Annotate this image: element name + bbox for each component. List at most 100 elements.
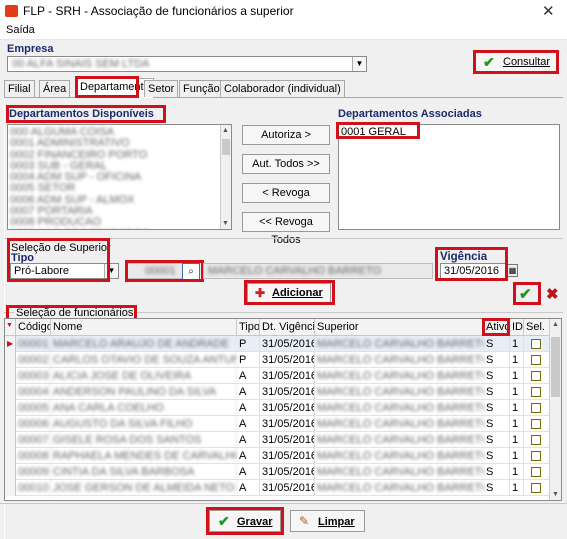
- select-checkbox[interactable]: [531, 483, 541, 493]
- checkmark-icon: ✔: [483, 54, 495, 70]
- row-indicator: [5, 464, 16, 480]
- tab-filial[interactable]: Filial: [4, 80, 35, 97]
- scrollbar[interactable]: ▲ ▼: [220, 125, 231, 229]
- binoculars-icon[interactable]: ⌕: [182, 263, 200, 280]
- scroll-up-icon[interactable]: ▲: [222, 127, 229, 134]
- table-row[interactable]: 00010 JOSE GERSON DE ALMEIDA NETO A 31/05/2…: [5, 480, 551, 496]
- select-checkbox[interactable]: [531, 387, 541, 397]
- disponiveis-list[interactable]: 000 ALGUMA COISA 0001 ADMINISTRATIVO 0002 …: [7, 124, 232, 230]
- associadas-label: Departamentos Associadas: [338, 108, 482, 120]
- table-row[interactable]: 00004 ANDERSON PAULINO DA SILVA A 31/05/201…: [5, 384, 551, 400]
- cell-nome: MARCELO ARAUJO DE ANDRADE: [51, 336, 237, 352]
- table-row[interactable]: 00009 CINTIA DA SILVA BARBOSA A 31/05/2016 M…: [5, 464, 551, 480]
- cell-vigencia: 31/05/2016: [262, 464, 315, 480]
- col-ativo[interactable]: Ativo: [484, 319, 510, 336]
- cell-superior: MARCELO CARVALHO BARRETO: [317, 416, 484, 432]
- scroll-down-icon[interactable]: ▼: [552, 491, 559, 498]
- scroll-down-icon[interactable]: ▼: [222, 220, 229, 227]
- list-item[interactable]: 0001 GERAL: [341, 126, 406, 138]
- row-indicator: [5, 368, 16, 384]
- scroll-thumb[interactable]: [551, 337, 560, 397]
- select-checkbox[interactable]: [531, 339, 541, 349]
- cell-superior: MARCELO CARVALHO BARRETO: [317, 352, 484, 368]
- col-sel[interactable]: Sel.: [524, 319, 551, 336]
- close-icon[interactable]: ✕: [542, 2, 555, 20]
- col-codigo[interactable]: Código: [16, 319, 51, 336]
- tab-funcao[interactable]: Função: [179, 80, 224, 97]
- table-row[interactable]: 00002 CARLOS OTAVIO DE SOUZA ANTUNES P 31/0…: [5, 352, 551, 368]
- gravar-button[interactable]: ✔ Gravar: [209, 510, 281, 532]
- row-indicator: [5, 384, 16, 400]
- scroll-thumb[interactable]: [222, 139, 230, 155]
- limpar-button[interactable]: ✎ Limpar: [290, 510, 365, 532]
- grid-scrollbar[interactable]: ▲ ▼: [549, 319, 561, 500]
- cell-vigencia: 31/05/2016: [262, 352, 315, 368]
- tipo-select[interactable]: Pró-Labore ▼: [10, 263, 119, 279]
- cell-id: 1: [510, 368, 524, 384]
- vigencia-input[interactable]: 31/05/2016: [440, 263, 506, 279]
- table-row[interactable]: ▶ 00001 MARCELO ARAUJO DE ANDRADE P 31/05/20…: [5, 336, 551, 352]
- funcionarios-grid[interactable]: ▼ Código Nome Tipo Dt. Vigência Superior…: [4, 318, 562, 501]
- cell-ativo: S: [484, 464, 510, 480]
- calendar-icon[interactable]: ▦: [507, 264, 518, 277]
- tab-departamento[interactable]: Departamento: [76, 78, 154, 98]
- table-row[interactable]: 00007 GISELE ROSA DOS SANTOS A 31/05/2016 MA…: [5, 432, 551, 448]
- select-checkbox[interactable]: [531, 371, 541, 381]
- cell-ativo: S: [484, 448, 510, 464]
- cell-superior: MARCELO CARVALHO BARRETO: [317, 384, 484, 400]
- superior-name-field: MARCELO CARVALHO BARRETO: [203, 263, 433, 279]
- table-row[interactable]: 00006 AUGUSTO DA SILVA FILHO A 31/05/2016 MA…: [5, 416, 551, 432]
- select-checkbox[interactable]: [531, 419, 541, 429]
- col-id[interactable]: ID: [510, 319, 524, 336]
- col-superior[interactable]: Superior: [315, 319, 484, 336]
- row-indicator: [5, 400, 16, 416]
- row-indicator: [5, 352, 16, 368]
- revoga-todos-button[interactable]: << Revoga Todos: [242, 212, 330, 246]
- cell-vigencia: 31/05/2016: [262, 480, 315, 496]
- cell-nome: GISELE ROSA DOS SANTOS: [51, 432, 237, 448]
- table-row[interactable]: 00005 ANA CARLA COELHO A 31/05/2016 MARCELO …: [5, 400, 551, 416]
- tab-colaborador[interactable]: Colaborador (individual): [220, 80, 345, 97]
- cell-tipo: A: [237, 432, 260, 448]
- select-checkbox[interactable]: [531, 435, 541, 445]
- select-checkbox[interactable]: [531, 467, 541, 477]
- limpar-label: Limpar: [318, 516, 355, 528]
- row-indicator: ▶: [5, 336, 16, 352]
- app-icon: [5, 5, 18, 17]
- list-item[interactable]: 0001 ADMINISTRATIVO: [8, 138, 231, 149]
- aut-todos-button[interactable]: Aut. Todos >>: [242, 154, 330, 174]
- col-nome[interactable]: Nome: [51, 319, 237, 336]
- cell-tipo: A: [237, 416, 260, 432]
- cell-superior: MARCELO CARVALHO BARRETO: [317, 400, 484, 416]
- cell-ativo: S: [484, 480, 510, 496]
- confirm-check-icon[interactable]: ✔: [519, 285, 532, 303]
- revoga-button[interactable]: < Revoga: [242, 183, 330, 203]
- cell-nome: CINTIA DA SILVA BARBOSA: [51, 464, 237, 480]
- chevron-down-icon[interactable]: ▼: [352, 57, 366, 71]
- select-checkbox[interactable]: [531, 403, 541, 413]
- cell-id: 1: [510, 448, 524, 464]
- scroll-up-icon[interactable]: ▲: [552, 321, 559, 328]
- add-icon: ✚: [255, 286, 266, 300]
- select-checkbox[interactable]: [531, 451, 541, 461]
- cell-nome: ANDERSON PAULINO DA SILVA: [51, 384, 237, 400]
- cell-tipo: A: [237, 400, 260, 416]
- table-row[interactable]: 00003 ALICIA JOSE DE OLIVEIRA A 31/05/2016 M…: [5, 368, 551, 384]
- tab-setor[interactable]: Setor: [144, 80, 179, 97]
- menu-saida[interactable]: Saída: [6, 24, 35, 36]
- autoriza-button[interactable]: Autoriza >: [242, 125, 330, 145]
- list-item[interactable]: 0009 NAO PROCESSADOS: [8, 228, 231, 229]
- associadas-list[interactable]: 0001 GERAL: [338, 124, 560, 230]
- adicionar-button[interactable]: ✚ Adicionar: [247, 283, 331, 303]
- select-checkbox[interactable]: [531, 355, 541, 365]
- list-item[interactable]: 0008 PRODUCAO: [8, 217, 231, 228]
- consultar-button[interactable]: ✔ Consultar: [474, 52, 557, 72]
- cancel-x-icon[interactable]: ✖: [546, 285, 559, 303]
- chevron-down-icon[interactable]: ▼: [104, 264, 118, 278]
- col-vigencia[interactable]: Dt. Vigência: [260, 319, 315, 336]
- empresa-select[interactable]: 00 ALFA SINAIS SEM LTDA ▼: [7, 56, 367, 72]
- tab-area[interactable]: Área: [39, 80, 71, 97]
- superior-name-value: MARCELO CARVALHO BARRETO: [208, 265, 381, 277]
- table-row[interactable]: 00008RAPHAELA MENDES DE CARVALHO SILVAA3…: [5, 448, 551, 464]
- col-tipo[interactable]: Tipo: [237, 319, 260, 336]
